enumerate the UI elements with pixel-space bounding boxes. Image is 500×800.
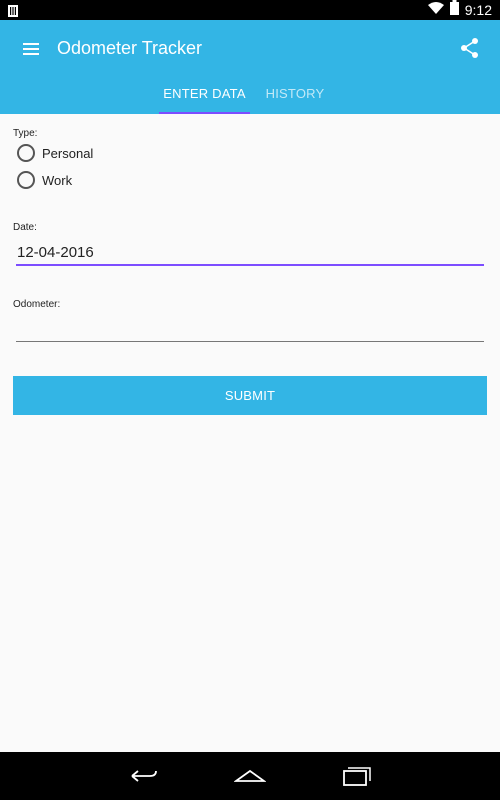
app-bar: Odometer Tracker ENTER DATA HISTORY (0, 20, 500, 114)
recents-icon[interactable] (340, 764, 372, 788)
status-time: 9:12 (464, 2, 492, 18)
date-input[interactable] (16, 238, 485, 266)
home-icon[interactable] (233, 764, 267, 788)
odometer-input[interactable] (16, 313, 485, 341)
odometer-underline (16, 341, 484, 342)
radio-label-personal: Personal (42, 145, 94, 161)
tab-history[interactable]: HISTORY (262, 82, 328, 114)
odometer-label: Odometer: (13, 299, 61, 310)
radio-personal[interactable]: Personal (17, 144, 93, 162)
radio-label-work: Work (42, 172, 73, 188)
submit-button[interactable]: SUBMIT (13, 376, 487, 415)
menu-icon[interactable] (20, 37, 44, 61)
tab-enter-data[interactable]: ENTER DATA (159, 82, 250, 114)
wifi-icon (427, 1, 444, 19)
battery-icon (449, 0, 459, 20)
radio-circle[interactable] (17, 171, 35, 189)
radio-work[interactable]: Work (17, 171, 72, 189)
back-icon[interactable] (128, 764, 160, 788)
tab-bar: ENTER DATA HISTORY (0, 82, 500, 114)
navigation-bar (0, 752, 500, 800)
share-icon[interactable] (458, 36, 482, 60)
date-label: Date: (13, 222, 37, 233)
app-title: Odometer Tracker (57, 38, 203, 58)
date-underline (16, 264, 484, 266)
tab-label: ENTER DATA (163, 86, 246, 101)
tab-indicator (159, 112, 250, 114)
radio-circle[interactable] (17, 144, 35, 162)
tab-label: HISTORY (265, 86, 325, 101)
type-label: Type: (13, 128, 38, 139)
status-bar: 9:12 (0, 0, 500, 20)
